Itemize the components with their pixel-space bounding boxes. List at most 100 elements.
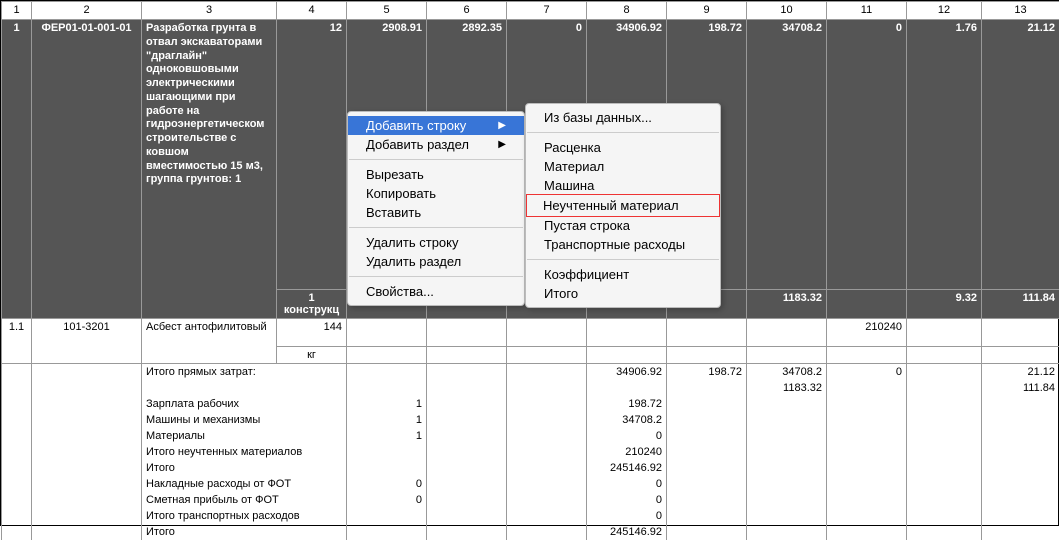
cell[interactable]: 198.72 bbox=[667, 364, 747, 381]
cell[interactable]: 210240 bbox=[827, 319, 907, 347]
cell[interactable] bbox=[507, 476, 587, 492]
context-submenu[interactable]: Из базы данных...РасценкаМатериалМашинаН… bbox=[525, 103, 721, 308]
cell[interactable] bbox=[142, 380, 347, 396]
cell[interactable] bbox=[667, 460, 747, 476]
cell[interactable] bbox=[747, 524, 827, 540]
cell[interactable]: 1.1 bbox=[2, 319, 32, 364]
menu-item[interactable]: Из базы данных... bbox=[526, 108, 720, 127]
cell[interactable] bbox=[907, 460, 982, 476]
summary-row[interactable]: Итого 245146.92 bbox=[2, 524, 1059, 540]
menu-item[interactable]: Итого bbox=[526, 284, 720, 303]
cell[interactable] bbox=[982, 396, 1059, 412]
cell[interactable] bbox=[827, 396, 907, 412]
col-header[interactable]: 13 bbox=[982, 2, 1059, 20]
cell[interactable]: 1 bbox=[347, 396, 427, 412]
cell[interactable]: 34708.2 bbox=[747, 364, 827, 381]
cell[interactable] bbox=[982, 319, 1059, 347]
cell[interactable] bbox=[982, 412, 1059, 428]
table-row[interactable]: 1.1 101-3201 Асбест антофилитовый 144 21… bbox=[2, 319, 1059, 347]
cell[interactable] bbox=[2, 412, 32, 428]
cell[interactable] bbox=[587, 319, 667, 347]
cell[interactable] bbox=[907, 412, 982, 428]
cell[interactable] bbox=[667, 319, 747, 347]
cell[interactable] bbox=[747, 347, 827, 364]
cell[interactable]: 0 bbox=[827, 364, 907, 381]
cell[interactable] bbox=[827, 476, 907, 492]
cell[interactable]: 1.76 bbox=[907, 20, 982, 290]
cell[interactable] bbox=[347, 380, 427, 396]
col-header[interactable]: 6 bbox=[427, 2, 507, 20]
cell[interactable] bbox=[907, 396, 982, 412]
cell[interactable]: Итого bbox=[142, 524, 347, 540]
col-header[interactable]: 8 bbox=[587, 2, 667, 20]
cell[interactable]: 1 bbox=[2, 20, 32, 319]
cell[interactable] bbox=[667, 524, 747, 540]
summary-row[interactable]: Итого транспортных расходов0 bbox=[2, 508, 1059, 524]
cell[interactable]: Итого прямых затрат: bbox=[142, 364, 347, 381]
cell[interactable]: 1183.32 bbox=[747, 290, 827, 319]
cell[interactable]: 198.72 bbox=[587, 396, 667, 412]
cell[interactable] bbox=[2, 476, 32, 492]
cell[interactable] bbox=[32, 412, 142, 428]
cell[interactable] bbox=[827, 460, 907, 476]
cell[interactable] bbox=[427, 347, 507, 364]
cell[interactable] bbox=[827, 492, 907, 508]
cell[interactable]: 1 конструкц bbox=[277, 290, 347, 319]
menu-item[interactable]: Транспортные расходы bbox=[526, 235, 720, 254]
cell[interactable] bbox=[507, 319, 587, 347]
cell[interactable]: 34708.2 bbox=[587, 412, 667, 428]
cell[interactable] bbox=[427, 428, 507, 444]
cell[interactable]: Машины и механизмы bbox=[142, 412, 347, 428]
cell[interactable] bbox=[667, 428, 747, 444]
cell[interactable]: 245146.92 bbox=[587, 524, 667, 540]
cell[interactable] bbox=[507, 364, 587, 381]
cell[interactable] bbox=[507, 460, 587, 476]
cell[interactable]: 1183.32 bbox=[747, 380, 827, 396]
cell[interactable] bbox=[427, 508, 507, 524]
cell[interactable] bbox=[667, 380, 747, 396]
cell[interactable] bbox=[347, 444, 427, 460]
cell[interactable] bbox=[507, 508, 587, 524]
cell[interactable] bbox=[747, 412, 827, 428]
cell[interactable] bbox=[2, 460, 32, 476]
cell[interactable] bbox=[507, 444, 587, 460]
cell[interactable] bbox=[747, 508, 827, 524]
cell[interactable] bbox=[427, 319, 507, 347]
cell[interactable]: 144 bbox=[277, 319, 347, 347]
cell[interactable] bbox=[827, 380, 907, 396]
cell[interactable] bbox=[507, 347, 587, 364]
cell[interactable]: 1 bbox=[347, 412, 427, 428]
cell[interactable] bbox=[32, 396, 142, 412]
cell[interactable] bbox=[32, 364, 142, 381]
menu-item[interactable]: Машина bbox=[526, 176, 720, 195]
cell[interactable]: Сметная прибыль от ФОТ bbox=[142, 492, 347, 508]
context-menu[interactable]: Добавить строку▶Добавить раздел▶Вырезать… bbox=[347, 111, 525, 306]
cell[interactable] bbox=[507, 412, 587, 428]
cell[interactable]: Итого неучтенных материалов bbox=[142, 444, 347, 460]
cell-description[interactable]: Разработка грунта в отвал экскаваторами … bbox=[142, 20, 277, 319]
cell[interactable] bbox=[907, 319, 982, 347]
cell[interactable] bbox=[32, 460, 142, 476]
cell[interactable] bbox=[427, 460, 507, 476]
menu-item[interactable]: Копировать bbox=[348, 184, 524, 203]
menu-item[interactable]: Вставить bbox=[348, 203, 524, 222]
cell[interactable] bbox=[427, 524, 507, 540]
summary-row[interactable]: Материалы10 bbox=[2, 428, 1059, 444]
cell[interactable] bbox=[982, 460, 1059, 476]
menu-item[interactable]: Свойства... bbox=[348, 282, 524, 301]
cell[interactable] bbox=[427, 412, 507, 428]
cell[interactable] bbox=[427, 476, 507, 492]
cell[interactable]: 101-3201 bbox=[32, 319, 142, 364]
cell[interactable] bbox=[2, 524, 32, 540]
cell[interactable]: Материалы bbox=[142, 428, 347, 444]
cell[interactable] bbox=[982, 476, 1059, 492]
cell[interactable] bbox=[907, 364, 982, 381]
cell[interactable] bbox=[2, 508, 32, 524]
cell[interactable] bbox=[347, 347, 427, 364]
cell[interactable]: 0 bbox=[587, 476, 667, 492]
menu-item[interactable]: Пустая строка bbox=[526, 216, 720, 235]
cell[interactable]: 0 bbox=[827, 20, 907, 290]
cell[interactable]: Итого транспортных расходов bbox=[142, 508, 347, 524]
cell[interactable] bbox=[907, 380, 982, 396]
cell[interactable] bbox=[747, 428, 827, 444]
